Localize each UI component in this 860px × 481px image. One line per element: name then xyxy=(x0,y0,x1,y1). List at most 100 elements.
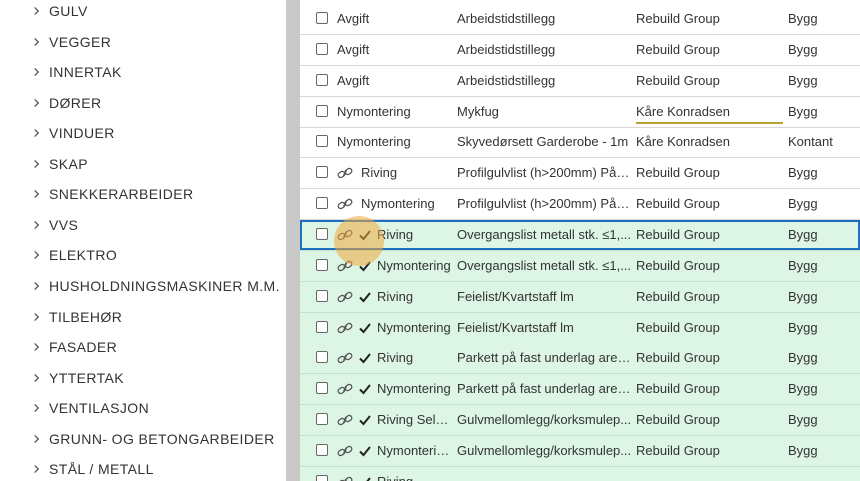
row-category: Bygg xyxy=(788,289,818,304)
table-row[interactable]: Nymontering Profilgulvlist (h>200mm) På t… xyxy=(300,189,860,220)
row-type: Riving xyxy=(377,467,453,481)
row-checkbox[interactable] xyxy=(316,351,328,363)
sidebar-item-label: DØRER xyxy=(49,95,102,111)
link-icon[interactable] xyxy=(337,321,353,335)
row-group[interactable]: Rebuild Group xyxy=(636,220,784,250)
sidebar-item[interactable]: VEGGER xyxy=(0,27,286,57)
sidebar-item-label: GRUNN- OG BETONGARBEIDER xyxy=(49,431,275,447)
sidebar-item[interactable]: VENTILASJON xyxy=(0,393,286,423)
row-group[interactable]: Kåre Konradsen xyxy=(636,127,784,157)
link-icon[interactable] xyxy=(337,228,353,242)
row-checkbox[interactable] xyxy=(316,259,328,271)
table-row[interactable]: Avgift Arbeidstidstillegg Rebuild Group Byg… xyxy=(300,35,860,66)
sidebar-item[interactable]: GULV xyxy=(0,0,286,26)
table-row[interactable]: Riving Overgangslist metall stk. ≤1,... Re… xyxy=(300,220,860,251)
sidebar-item[interactable]: TILBEHØR xyxy=(0,302,286,332)
row-description: Mykfug xyxy=(457,104,499,119)
sidebar-item[interactable]: GRUNN- OG BETONGARBEIDER xyxy=(0,424,286,454)
row-group[interactable]: Rebuild Group xyxy=(636,282,784,312)
link-icon[interactable] xyxy=(337,351,353,365)
sidebar-item-label: TILBEHØR xyxy=(49,309,123,325)
table-row[interactable]: Avgift Arbeidstidstillegg Rebuild Group Byg… xyxy=(300,4,860,35)
sidebar-item-label: ELEKTRO xyxy=(49,247,118,263)
row-checkbox[interactable] xyxy=(316,74,328,86)
row-checkbox[interactable] xyxy=(316,290,328,302)
sidebar-item[interactable]: VINDUER xyxy=(0,118,286,148)
link-icon[interactable] xyxy=(337,197,353,211)
sidebar-item[interactable]: YTTERTAK xyxy=(0,363,286,393)
row-group[interactable]: Rebuild Group xyxy=(636,158,784,188)
chevron-right-icon xyxy=(34,6,40,16)
row-checkbox[interactable] xyxy=(316,228,328,240)
row-group[interactable]: Rebuild Group xyxy=(636,405,784,435)
table-row[interactable]: Riving Parkett på fast underlag area... Re… xyxy=(300,343,860,374)
sidebar-item[interactable]: HUSHOLDNINGSMASKINER M.M. xyxy=(0,271,286,301)
row-description: Gulvmellomlegg/korksmulep... xyxy=(457,412,632,427)
sidebar-item-label: INNERTAK xyxy=(49,64,122,80)
link-icon[interactable] xyxy=(337,444,353,458)
table-row[interactable]: Nymontering Overgangslist metall stk. ≤1,… xyxy=(300,251,860,282)
sidebar-item[interactable]: INNERTAK xyxy=(0,57,286,87)
link-icon[interactable] xyxy=(337,166,353,180)
table-row[interactable]: Riving Profilgulvlist (h>200mm) På t... Re… xyxy=(300,158,860,189)
row-group[interactable] xyxy=(636,467,784,481)
table-row[interactable]: Nymontering Skyvedørsett Garderobe - 1m Kå… xyxy=(300,127,860,158)
sidebar-item[interactable]: FASADER xyxy=(0,332,286,362)
table-row[interactable]: Avgift Arbeidstidstillegg Rebuild Group Byg… xyxy=(300,66,860,97)
row-description xyxy=(457,467,632,481)
row-category: Bygg xyxy=(788,104,818,119)
row-checkbox[interactable] xyxy=(316,382,328,394)
row-type: Riving xyxy=(377,350,414,365)
sidebar-item[interactable]: SNEKKERARBEIDER xyxy=(0,179,286,209)
row-category xyxy=(788,467,856,481)
row-checkbox[interactable] xyxy=(316,105,328,117)
sidebar-item-label: VENTILASJON xyxy=(49,400,150,416)
table-row[interactable]: Riving xyxy=(300,467,860,481)
panel-divider[interactable] xyxy=(286,0,300,481)
row-checkbox[interactable] xyxy=(316,12,328,24)
row-checkbox[interactable] xyxy=(316,444,328,456)
link-icon[interactable] xyxy=(337,259,353,273)
table-row[interactable]: Riving Feielist/Kvartstaff lm Rebuild Grou… xyxy=(300,282,860,313)
row-type: Riving xyxy=(377,289,414,304)
table-row[interactable]: Nymontering Parkett på fast underlag area… xyxy=(300,374,860,405)
sidebar-item[interactable]: STÅL / METALL xyxy=(0,454,286,481)
table-row[interactable]: Nymontering Mykfug Kåre Konradsen Bygg xyxy=(300,97,860,128)
row-checkbox[interactable] xyxy=(316,475,328,481)
link-icon[interactable] xyxy=(337,382,353,396)
row-checkbox[interactable] xyxy=(316,43,328,55)
row-checkbox[interactable] xyxy=(316,197,328,209)
row-group[interactable]: Rebuild Group xyxy=(636,343,784,373)
chevron-right-icon xyxy=(34,403,40,413)
row-description: Gulvmellomlegg/korksmulep... xyxy=(457,443,632,458)
link-icon[interactable] xyxy=(337,413,353,427)
row-group[interactable]: Rebuild Group xyxy=(636,436,784,466)
row-group[interactable]: Rebuild Group xyxy=(636,313,784,343)
row-checkbox[interactable] xyxy=(316,135,328,147)
row-category: Bygg xyxy=(788,165,818,180)
sidebar-item[interactable]: DØRER xyxy=(0,88,286,118)
row-group[interactable]: Rebuild Group xyxy=(636,374,784,404)
sidebar-item[interactable]: ELEKTRO xyxy=(0,240,286,270)
sidebar-item[interactable]: SKAP xyxy=(0,149,286,179)
sidebar-item-label: VVS xyxy=(49,217,79,233)
row-checkbox[interactable] xyxy=(316,413,328,425)
sidebar-item[interactable]: VVS xyxy=(0,210,286,240)
link-icon[interactable] xyxy=(337,475,353,481)
row-checkbox[interactable] xyxy=(316,321,328,333)
row-group[interactable]: Rebuild Group xyxy=(636,35,784,65)
row-group[interactable]: Rebuild Group xyxy=(636,66,784,96)
link-icon[interactable] xyxy=(337,290,353,304)
checkmark-icon xyxy=(359,323,371,334)
row-checkbox[interactable] xyxy=(316,166,328,178)
work-items-table: Avgift Arbeidstidstillegg Rebuild Group Byg… xyxy=(300,0,860,481)
row-group[interactable]: Rebuild Group xyxy=(636,251,784,281)
table-row[interactable]: Nymonterin... Gulvmellomlegg/korksmulep..… xyxy=(300,436,860,467)
row-group[interactable]: Rebuild Group xyxy=(636,4,784,34)
row-type: Avgift xyxy=(337,73,370,88)
table-row[interactable]: Riving Selvk... Gulvmellomlegg/korksmulep… xyxy=(300,405,860,436)
row-group[interactable]: Rebuild Group xyxy=(636,189,784,219)
table-row[interactable]: Nymontering Feielist/Kvartstaff lm Rebuild… xyxy=(300,313,860,344)
sidebar-item-label: YTTERTAK xyxy=(49,370,125,386)
checkmark-icon xyxy=(359,446,371,457)
